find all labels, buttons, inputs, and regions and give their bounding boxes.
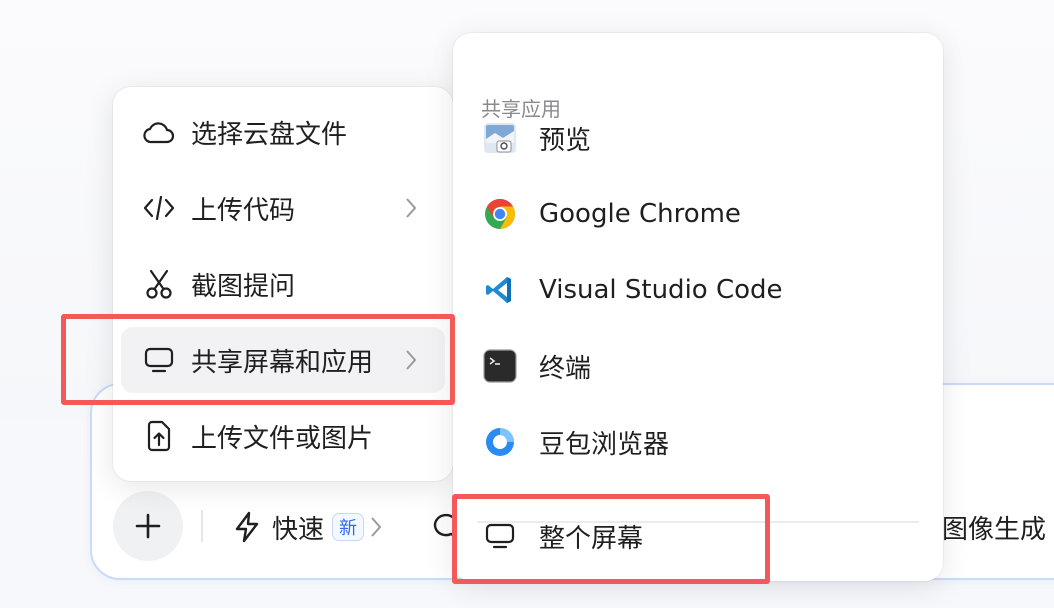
lightning-icon xyxy=(235,511,259,543)
app-item-google-chrome[interactable]: Google Chrome xyxy=(467,181,929,247)
menu-item-label: 上传代码 xyxy=(191,195,296,226)
monitor-icon xyxy=(483,519,517,553)
fast-mode-button[interactable]: 快速 新 xyxy=(232,505,382,549)
menu-item-upload-file-or-image[interactable]: 上传文件或图片 xyxy=(121,403,445,469)
menu-item-share-screen-and-apps[interactable]: 共享屏幕和应用 xyxy=(121,327,445,393)
app-label: Visual Studio Code xyxy=(539,275,783,305)
app-item-preview[interactable]: 预览 xyxy=(467,105,929,171)
app-item-terminal[interactable]: 终端 xyxy=(467,333,929,399)
app-label: 终端 xyxy=(539,353,592,384)
add-button[interactable] xyxy=(113,491,183,561)
plus-icon xyxy=(135,513,161,539)
share-apps-submenu: 共享应用 预览 Google Chrome Visual Studio Code… xyxy=(453,33,943,581)
image-generation-label: 图像生成 xyxy=(942,514,1047,545)
whole-screen-label: 整个屏幕 xyxy=(539,523,644,554)
upload-file-icon xyxy=(143,420,175,452)
attach-menu: 选择云盘文件 上传代码 截图提问 共享屏幕和应用 上传文件或图片 xyxy=(113,87,453,481)
app-item-visual-studio-code[interactable]: Visual Studio Code xyxy=(467,257,929,323)
menu-item-upload-code[interactable]: 上传代码 xyxy=(121,175,445,241)
app-item-doubao-browser[interactable]: 豆包浏览器 xyxy=(467,409,929,475)
preview-app-icon xyxy=(483,121,517,155)
whole-screen-item[interactable]: 整个屏幕 xyxy=(467,503,929,569)
scissors-icon xyxy=(143,268,175,300)
doubao-browser-app-icon xyxy=(483,425,517,459)
app-label: Google Chrome xyxy=(539,199,741,229)
new-badge: 新 xyxy=(332,513,365,541)
monitor-icon xyxy=(143,344,175,376)
menu-item-label: 选择云盘文件 xyxy=(191,119,348,150)
app-label: 豆包浏览器 xyxy=(539,429,670,460)
terminal-app-icon xyxy=(483,349,517,383)
chevron-right-icon xyxy=(406,350,417,370)
app-label: 预览 xyxy=(539,125,592,156)
chrome-app-icon xyxy=(483,197,517,231)
code-icon xyxy=(143,192,175,224)
chevron-right-icon xyxy=(371,517,382,537)
menu-item-label: 上传文件或图片 xyxy=(191,423,374,454)
menu-item-label: 共享屏幕和应用 xyxy=(191,347,374,378)
chevron-right-icon xyxy=(406,198,417,218)
vscode-app-icon xyxy=(483,273,517,307)
menu-item-select-cloud-file[interactable]: 选择云盘文件 xyxy=(121,99,445,165)
image-generation-button[interactable]: 图像生成 xyxy=(942,505,1046,549)
menu-item-label: 截图提问 xyxy=(191,271,296,302)
menu-item-screenshot-ask[interactable]: 截图提问 xyxy=(121,251,445,317)
fast-mode-label: 快速 xyxy=(272,514,325,545)
toolbar-divider xyxy=(201,510,203,542)
cloud-icon xyxy=(143,116,175,148)
